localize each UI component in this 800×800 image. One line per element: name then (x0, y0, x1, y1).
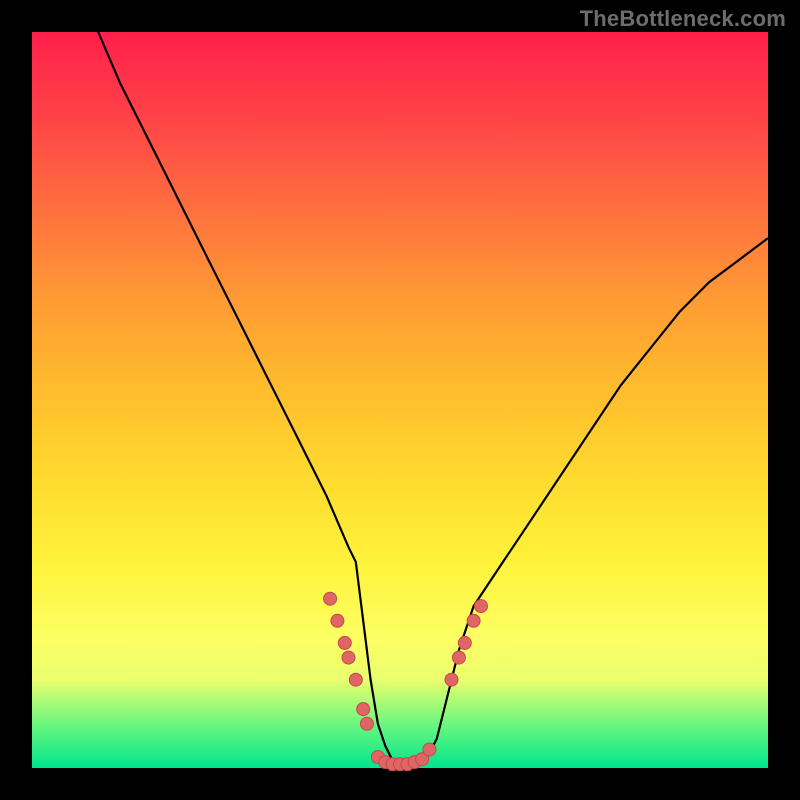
marker-dot (349, 673, 362, 686)
marker-dot (423, 743, 436, 756)
marker-dot (357, 703, 370, 716)
chart-frame: TheBottleneck.com (0, 0, 800, 800)
marker-dot (445, 673, 458, 686)
highlight-dots (324, 592, 488, 771)
marker-dot (458, 636, 471, 649)
marker-dot (475, 600, 488, 613)
marker-dot (331, 614, 344, 627)
marker-dot (360, 717, 373, 730)
plot-area (32, 32, 768, 768)
bottleneck-curve (98, 32, 768, 768)
marker-dot (467, 614, 480, 627)
marker-dot (452, 651, 465, 664)
marker-dot (342, 651, 355, 664)
curve-svg (32, 32, 768, 768)
marker-dot (324, 592, 337, 605)
marker-dot (338, 636, 351, 649)
watermark-label: TheBottleneck.com (580, 6, 786, 32)
